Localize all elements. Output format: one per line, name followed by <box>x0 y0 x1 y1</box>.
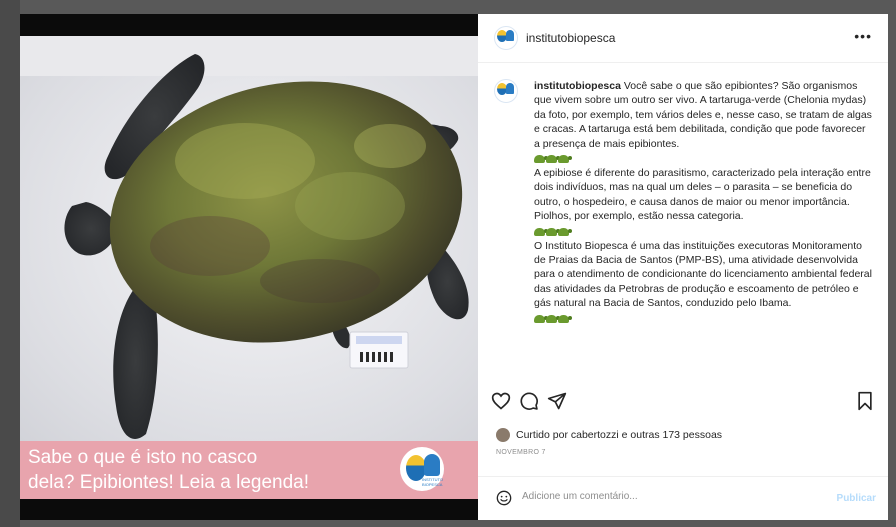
heart-icon[interactable] <box>490 390 512 412</box>
biopesca-logo-icon <box>424 454 440 476</box>
caption-paragraph-2: A epibiose é diferente do parasitismo, c… <box>534 167 871 223</box>
liker-avatar <box>496 428 510 442</box>
backdrop <box>0 0 20 527</box>
turtle-emoji-row <box>534 225 874 239</box>
biopesca-logo: INSTITUTO BIOPESCA <box>400 447 444 491</box>
comment-composer: Publicar <box>478 476 888 521</box>
turtle-emoji-icon <box>558 155 572 164</box>
banner-line-1: Sabe o que é isto no casco <box>28 447 258 468</box>
caption-banner: Sabe o que é isto no casco dela? Epibion… <box>20 441 478 499</box>
turtle-emoji-icon <box>534 227 548 236</box>
bookmark-icon[interactable] <box>854 390 876 412</box>
avatar[interactable] <box>494 26 518 50</box>
turtle-emoji-icon <box>534 314 548 323</box>
turtle-emoji-row <box>534 312 874 326</box>
post-photo[interactable]: Sabe o que é isto no casco dela? Epibion… <box>20 36 478 499</box>
likes-text: Curtido por cabertozzi e outras 173 pess… <box>516 429 723 441</box>
send-icon[interactable] <box>546 390 568 412</box>
photo-letterbox-bottom <box>20 499 478 520</box>
smiley-icon[interactable] <box>496 490 512 506</box>
post-header: institutobiopesca ••• <box>478 14 888 63</box>
photo-letterbox-top <box>20 14 478 36</box>
banner-text: Sabe o que é isto no casco dela? Epibion… <box>28 445 398 495</box>
caption-avatar[interactable] <box>494 79 518 103</box>
action-bar <box>478 386 888 416</box>
post-date[interactable]: NOVEMBRO 7 <box>496 449 546 456</box>
comment-icon[interactable] <box>518 390 540 412</box>
caption-scroll-area[interactable]: institutobiopesca Você sabe o que são ep… <box>478 63 888 373</box>
post-side-panel: institutobiopesca ••• institutobiopesca … <box>478 14 888 520</box>
avatar-logo-part-b <box>506 83 514 94</box>
post-modal: Sabe o que é isto no casco dela? Epibion… <box>20 14 888 520</box>
header-username[interactable]: institutobiopesca <box>526 31 615 45</box>
more-options-icon[interactable]: ••• <box>854 28 872 44</box>
sea-turtle-illustration <box>64 54 469 439</box>
likes-summary[interactable]: Curtido por cabertozzi e outras 173 pess… <box>496 428 722 442</box>
comment-input[interactable] <box>522 491 812 502</box>
logo-caption: INSTITUTO BIOPESCA <box>422 477 444 487</box>
banner-line-2: dela? Epibiontes! Leia a legenda! <box>28 472 310 493</box>
turtle-emoji-icon <box>546 314 560 323</box>
avatar-logo-part-b <box>506 30 514 41</box>
caption-username[interactable]: institutobiopesca <box>534 80 621 92</box>
publish-button[interactable]: Publicar <box>837 493 876 504</box>
post-caption: institutobiopesca Você sabe o que são ep… <box>534 79 874 326</box>
turtle-emoji-icon <box>546 227 560 236</box>
turtle-emoji-icon <box>558 314 572 323</box>
turtle-emoji-icon <box>546 155 560 164</box>
caption-paragraph-3: O Instituto Biopesca é uma das instituiç… <box>534 239 872 310</box>
turtle-emoji-icon <box>558 227 572 236</box>
caption-paragraph-1: institutobiopesca Você sabe o que são ep… <box>534 79 874 151</box>
turtle-emoji-row <box>534 152 874 166</box>
turtle-emoji-icon <box>534 155 548 164</box>
caption-scroll-fade <box>478 365 888 373</box>
